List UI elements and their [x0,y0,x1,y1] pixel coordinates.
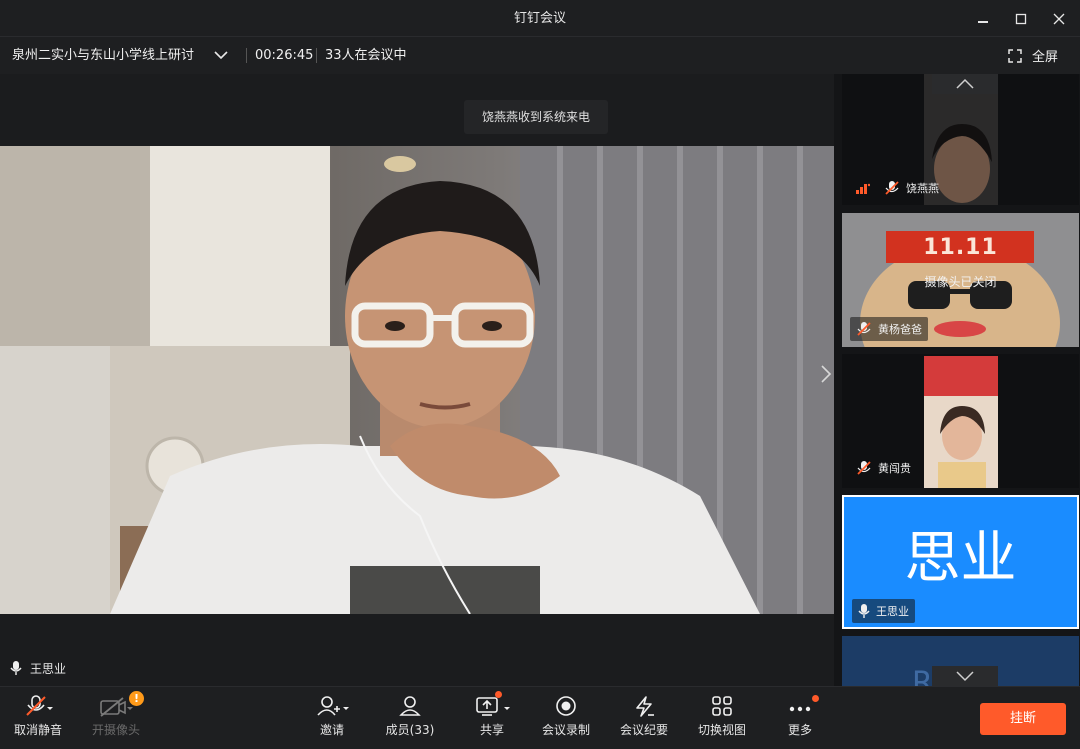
participant-name: 黄杨爸爸 [878,323,922,336]
participant-label: 王思业 [852,599,915,623]
chevron-down-icon[interactable] [214,49,228,61]
close-icon [1053,13,1065,24]
share-button[interactable]: 共享 [472,687,512,749]
camera-off-status: 摄像头已关闭 [924,275,997,289]
speaker-label: 王思业 [10,658,66,678]
unmute-label: 取消静音 [13,723,62,737]
microphone-muted-icon [26,695,53,716]
microphone-muted-icon [857,322,871,336]
chevron-down-icon [956,671,974,682]
lightning-note-icon [636,696,654,717]
camera-off-icon [100,697,133,717]
meeting-timer: 00:26:45 [255,48,314,63]
record-button[interactable]: 会议录制 [540,687,592,749]
minutes-label: 会议纪要 [619,723,668,737]
fullscreen-button[interactable]: 全屏 [1008,37,1058,74]
chevron-up-icon [956,78,974,89]
fullscreen-icon [1008,48,1022,63]
more-button[interactable]: 更多 [784,687,819,749]
meeting-name[interactable]: 泉州二实小与东山小学线上研讨 [12,37,194,74]
video-frame-illustration [0,146,834,614]
avatar-banner-text: 11.11 [923,235,998,260]
more-label: 更多 [787,723,812,737]
participant-tile[interactable]: 11.11 摄像头已关闭 黄杨爸爸 [842,213,1079,347]
avatar-text: 思业 [904,526,1017,591]
camera-button[interactable]: ! 开摄像头 [88,687,144,749]
chevron-right-icon[interactable] [820,364,832,384]
members-label: 成员(33) [385,723,435,737]
scroll-down-button[interactable] [932,666,998,686]
maximize-icon [1015,13,1027,24]
meeting-toolbar: 取消静音 ! 开摄像头 邀请 成员(33) 共享 会议录制 会议纪要 切换视图 … [0,686,1080,749]
title-bar: 钉钉会议 [0,0,1080,37]
members-button[interactable]: 成员(33) [384,687,436,749]
window-title: 钉钉会议 [513,11,566,26]
participant-label: 黄闯贵 [850,456,917,480]
participant-name: 王思业 [876,605,909,618]
record-icon [556,696,576,716]
microphone-muted-icon [885,181,899,195]
invite-button[interactable]: 邀请 [314,687,350,749]
participant-count: 33人在会议中 [325,48,407,63]
close-button[interactable] [1040,0,1078,37]
share-label: 共享 [479,723,504,737]
scroll-up-button[interactable] [932,74,998,94]
minimize-icon [978,20,988,23]
record-label: 会议录制 [541,723,590,737]
divider [246,48,247,63]
speaker-name: 王思业 [30,661,67,676]
divider [316,48,317,63]
microphone-icon [858,604,870,618]
minutes-button[interactable]: 会议纪要 [618,687,670,749]
participant-label: 黄杨爸爸 [850,317,928,341]
camera-label: 开摄像头 [91,723,140,737]
switch-view-label: 切换视图 [697,723,746,737]
microphone-muted-icon [857,461,871,475]
more-icon [789,706,811,712]
invite-user-icon [317,696,349,716]
maximize-button[interactable] [1002,0,1040,37]
fullscreen-label: 全屏 [1032,50,1059,65]
signal-strength-icon [856,183,870,194]
participant-name: 饶燕燕 [906,182,939,195]
participant-sidebar: 饶燕燕 11.11 摄像头已关闭 黄杨爸爸 黄闯贵 思业 王思业 R [834,74,1080,686]
meeting-info-bar: 泉州二实小与东山小学线上研讨 00:26:45 33人在会议中 全屏 [0,37,1080,74]
unmute-button[interactable]: 取消静音 [10,687,66,749]
members-icon [399,696,421,716]
participant-tile[interactable]: 饶燕燕 [842,74,1079,205]
system-call-toast: 饶燕燕收到系统来电 [464,100,608,134]
screen-share-icon [476,697,510,716]
invite-label: 邀请 [319,723,344,737]
grid-view-icon [712,696,732,716]
participant-name: 黄闯贵 [878,462,911,475]
participant-tile-active[interactable]: 思业 王思业 [842,495,1079,629]
switch-view-button[interactable]: 切换视图 [696,687,748,749]
main-video-area: 饶燕燕收到系统来电 王思业 [0,74,834,686]
hangup-button[interactable]: 挂断 [980,703,1066,735]
main-video [0,146,834,614]
minimize-button[interactable] [964,0,1002,37]
share-notification-dot [495,691,502,698]
microphone-icon [10,661,22,675]
more-notification-dot [812,695,819,702]
participant-label: 饶燕燕 [850,176,945,200]
participant-tile[interactable]: 黄闯贵 [842,354,1079,488]
camera-warning-badge: ! [129,691,144,706]
participant-tile-partial[interactable]: R H [842,636,1079,686]
